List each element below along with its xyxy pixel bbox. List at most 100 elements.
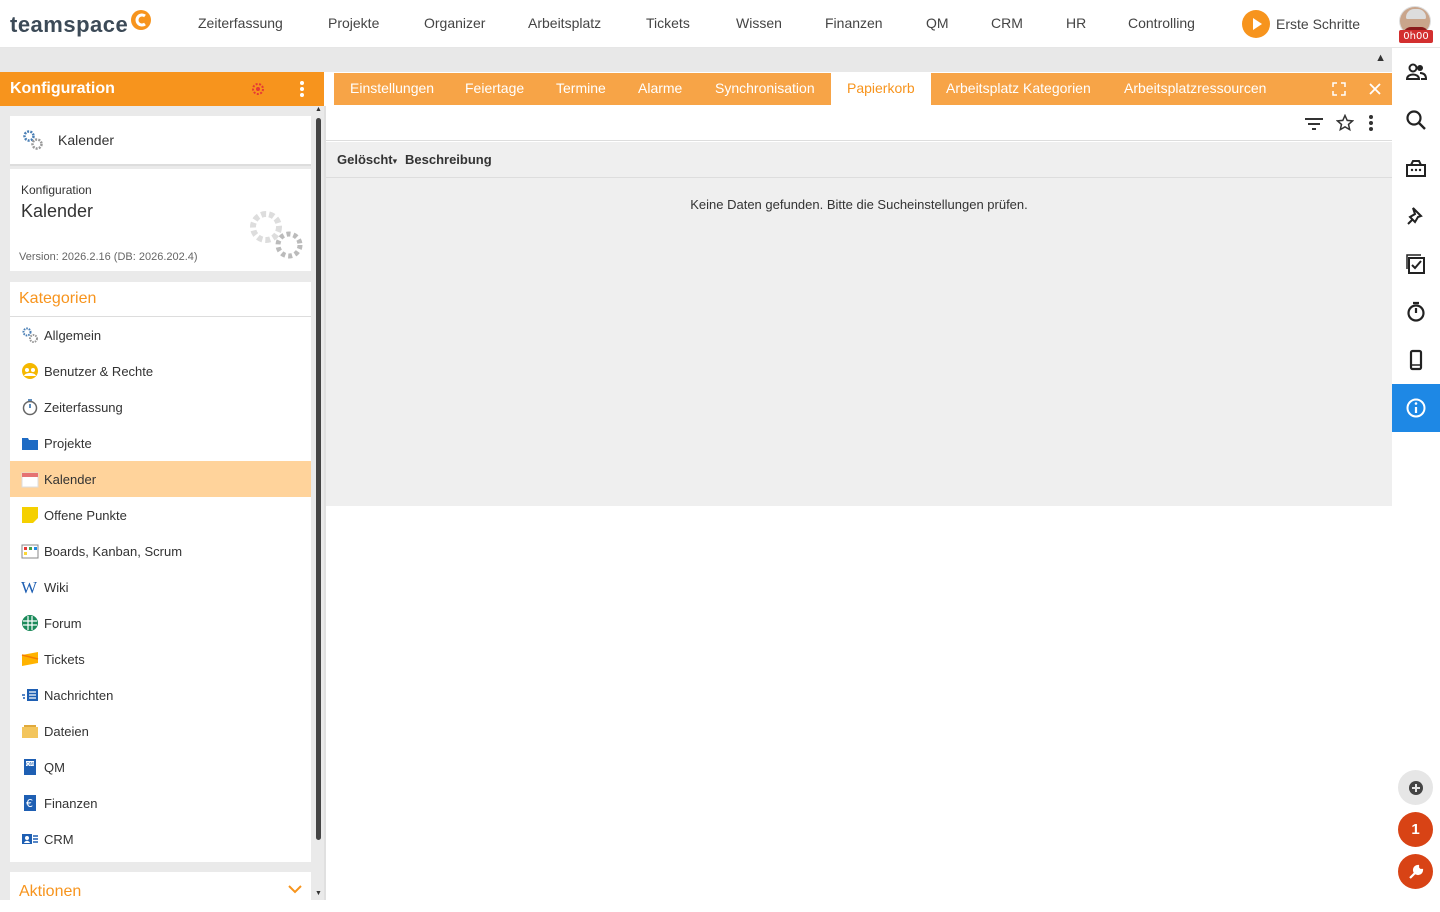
notification-count: 1 — [1411, 821, 1420, 838]
category-projekte[interactable]: Projekte — [10, 425, 311, 461]
plus-circle-icon — [1408, 780, 1423, 795]
erste-schritte-button[interactable]: Erste Schritte — [1242, 10, 1360, 38]
nav-arbeitsplatz[interactable]: Arbeitsplatz — [528, 15, 601, 31]
folder-icon — [21, 434, 39, 452]
chevron-down-icon[interactable] — [288, 884, 302, 894]
category-allgemein[interactable]: Allgemein — [10, 317, 311, 353]
close-icon[interactable] — [1368, 82, 1382, 96]
more-vertical-icon[interactable] — [296, 80, 308, 98]
nav-crm[interactable]: CRM — [991, 15, 1023, 31]
user-avatar[interactable]: 0h00 — [1399, 6, 1433, 43]
category-label: Projekte — [44, 435, 92, 451]
stopwatch-icon — [21, 398, 39, 416]
tab-termine[interactable]: Termine — [540, 73, 622, 105]
sticky-note-icon — [21, 506, 39, 524]
category-kalender[interactable]: Kalender — [10, 461, 311, 497]
filter-icon[interactable] — [1304, 117, 1324, 131]
category-benutzer-rechte[interactable]: Benutzer & Rechte — [10, 353, 311, 389]
category-label: Finanzen — [44, 795, 98, 811]
nav-tickets[interactable]: Tickets — [646, 15, 690, 31]
mobile-phone-icon — [1409, 349, 1423, 371]
more-vertical-icon[interactable] — [1366, 114, 1376, 132]
contacts-button[interactable] — [1392, 48, 1440, 96]
mobile-button[interactable] — [1392, 336, 1440, 384]
nav-organizer[interactable]: Organizer — [424, 15, 485, 31]
category-label: Allgemein — [44, 327, 102, 343]
left-panel-header: Konfiguration — [0, 72, 324, 106]
tab-arbeitsplatz-kategorien[interactable]: Arbeitsplatz Kategorien — [930, 73, 1107, 105]
nav-controlling[interactable]: Controlling — [1128, 15, 1195, 31]
gears-icon — [21, 326, 39, 344]
nav-qm[interactable]: QM — [926, 15, 949, 31]
category-crm[interactable]: CRM — [10, 821, 311, 857]
scrollbar-thumb[interactable] — [316, 118, 321, 840]
category-finanzen[interactable]: € Finanzen — [10, 785, 311, 821]
nav-wissen[interactable]: Wissen — [736, 15, 782, 31]
svg-text:QM: QM — [26, 761, 34, 767]
scroll-up-icon[interactable]: ▲ — [315, 106, 322, 113]
tools-button[interactable] — [1398, 854, 1433, 889]
module-info-card: Konfiguration Kalender Version: 2026.2.1… — [10, 169, 311, 271]
category-nachrichten[interactable]: Nachrichten — [10, 677, 311, 713]
people-icon — [1405, 63, 1427, 80]
notification-count-button[interactable]: 1 — [1398, 812, 1433, 847]
category-qm[interactable]: QM QM — [10, 749, 311, 785]
tab-arbeitsplatzressourcen[interactable]: Arbeitsplatzressourcen — [1108, 73, 1282, 105]
info-icon — [1406, 398, 1426, 418]
category-wiki[interactable]: W Wiki — [10, 569, 311, 605]
tasks-button[interactable] — [1392, 240, 1440, 288]
bug-icon[interactable] — [250, 81, 266, 97]
category-boards-kanban-scrum[interactable]: Boards, Kanban, Scrum — [10, 533, 311, 569]
maximize-icon[interactable] — [1332, 82, 1346, 96]
category-offene-punkte[interactable]: Offene Punkte — [10, 497, 311, 533]
tab-alarme[interactable]: Alarme — [622, 73, 698, 105]
category-label: CRM — [44, 831, 74, 847]
tab-feiertage[interactable]: Feiertage — [449, 73, 540, 105]
time-tracking-badge: 0h00 — [1399, 30, 1433, 43]
category-dateien[interactable]: Dateien — [10, 713, 311, 749]
category-zeiterfassung[interactable]: Zeiterfassung — [10, 389, 311, 425]
version-text: Version: 2026.2.16 (DB: 2026.202.4) — [19, 251, 198, 263]
scroll-down-icon[interactable]: ▼ — [315, 890, 322, 897]
star-icon[interactable] — [1336, 114, 1354, 132]
nav-zeiterfassung[interactable]: Zeiterfassung — [198, 15, 283, 31]
nav-finanzen[interactable]: Finanzen — [825, 15, 883, 31]
search-button[interactable] — [1392, 96, 1440, 144]
tab-einstellungen[interactable]: Einstellungen — [334, 73, 450, 105]
info-button[interactable] — [1392, 384, 1440, 432]
left-panel-title: Konfiguration — [10, 80, 115, 97]
category-forum[interactable]: Forum — [10, 605, 311, 641]
wiki-icon: W — [21, 578, 39, 597]
category-label: Zeiterfassung — [44, 399, 123, 415]
add-button[interactable] — [1398, 770, 1433, 805]
pin-icon — [1407, 207, 1423, 225]
actions-card[interactable]: Aktionen — [10, 872, 311, 912]
calendar-icon — [21, 470, 39, 488]
category-label: Dateien — [44, 723, 89, 739]
tab-bar: Einstellungen Feiertage Termine Alarme S… — [334, 73, 1392, 105]
tab-papierkorb[interactable]: Papierkorb — [831, 73, 931, 105]
column-header-beschreibung[interactable]: Beschreibung — [405, 152, 492, 167]
tab-synchronisation[interactable]: Synchronisation — [699, 73, 831, 105]
current-module-card[interactable]: Kalender — [10, 116, 311, 166]
left-panel-scrollbar[interactable]: ▲ ▼ — [314, 106, 324, 900]
table-header: Gelöscht▾ Beschreibung — [326, 142, 1392, 178]
categories-list: Allgemein Benutzer & Rechte Zeiterfassung P… — [10, 317, 311, 857]
timer-button[interactable] — [1392, 288, 1440, 336]
column-header-geloescht[interactable]: Gelöscht▾ — [337, 152, 405, 167]
teamspace-logo[interactable]: teamspace — [10, 10, 152, 40]
nav-projekte[interactable]: Projekte — [328, 15, 379, 31]
nav-hr[interactable]: HR — [1066, 15, 1086, 31]
category-label: Benutzer & Rechte — [44, 363, 154, 379]
inbox-button[interactable] — [1392, 144, 1440, 192]
actions-title: Aktionen — [19, 883, 82, 900]
gears-watermark-icon — [250, 211, 303, 259]
svg-text:€: € — [26, 797, 33, 810]
pins-button[interactable] — [1392, 192, 1440, 240]
category-label: Nachrichten — [44, 687, 114, 703]
collapse-up-icon[interactable]: ▲ — [1375, 52, 1386, 64]
files-icon — [21, 722, 39, 740]
euro-icon: € — [21, 794, 39, 812]
categories-card: Kategorien Allgemein Benutzer & Rechte Zei… — [10, 282, 311, 862]
category-tickets[interactable]: Tickets — [10, 641, 311, 677]
